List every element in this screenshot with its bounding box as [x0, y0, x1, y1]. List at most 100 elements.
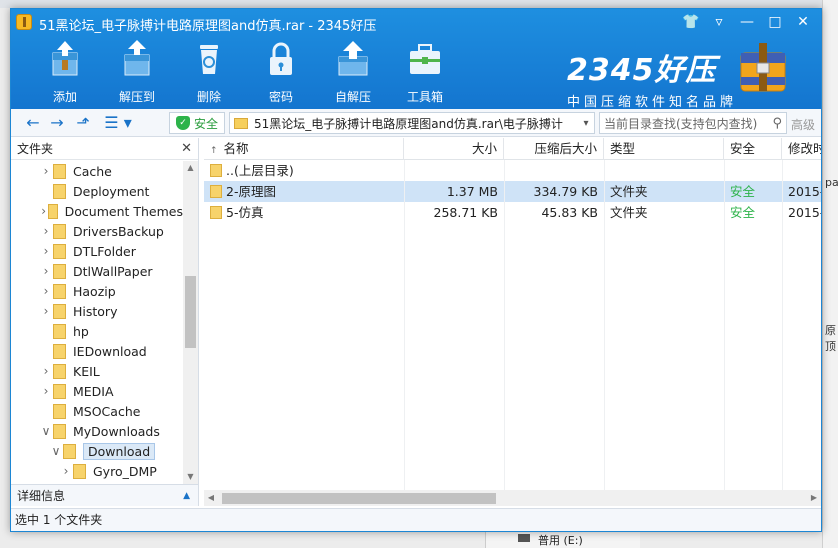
column-type[interactable]: 类型: [604, 138, 724, 160]
column-name-label: 名称: [223, 141, 249, 156]
chevron-up-icon[interactable]: ▲: [183, 485, 190, 507]
scroll-left-icon[interactable]: ◀: [204, 490, 218, 506]
folder-tree: › Cache Deployment › Document Themes › Drivers…: [11, 161, 183, 484]
file-compressed-size: [504, 160, 604, 181]
toolbox-button[interactable]: 工具箱: [389, 39, 461, 105]
tree-item[interactable]: › Cache: [11, 161, 183, 181]
file-compressed-size: 334.79 KB: [533, 184, 598, 199]
advanced-search-link[interactable]: 高级: [791, 116, 815, 133]
path-field[interactable]: 51黑论坛_电子脉搏计电路原理图and仿真.rar\电子脉搏计 ▾: [229, 112, 595, 134]
tree-item[interactable]: › Gyro_DMP: [11, 461, 183, 481]
file-type: 文件夹: [610, 205, 648, 220]
close-panel-icon[interactable]: ✕: [181, 138, 192, 160]
extract-to-icon: [124, 40, 150, 76]
tree-item[interactable]: › KEIL: [11, 361, 183, 381]
tree-item-label: hp: [73, 323, 89, 339]
add-archive-icon: [52, 41, 78, 76]
search-icon[interactable]: ⚲: [772, 116, 782, 131]
horizontal-scrollbar-thumb[interactable]: [222, 493, 496, 504]
column-name[interactable]: ↑ 名称: [204, 138, 404, 160]
tree-item[interactable]: › Haozip: [11, 281, 183, 301]
chevron-right-icon[interactable]: ›: [39, 384, 53, 398]
tree-item[interactable]: hp: [11, 321, 183, 341]
file-row[interactable]: 2-原理图 1.37 MB 334.79 KB 文件夹 安全 2015-: [204, 181, 821, 202]
up-folder-icon[interactable]: ⬏: [73, 113, 93, 133]
delete-button[interactable]: 删除: [173, 39, 245, 105]
scroll-down-icon[interactable]: ▼: [183, 470, 198, 484]
chevron-down-icon[interactable]: ∨: [39, 424, 53, 438]
column-header-row: ↑ 名称 大小 压缩后大小 类型 安全 修改时: [204, 138, 821, 160]
toolbox-label: 工具箱: [406, 90, 443, 104]
scrollbar-thumb[interactable]: [185, 276, 196, 348]
tree-item-label: History: [73, 303, 118, 319]
tree-item[interactable]: › DTLFolder: [11, 241, 183, 261]
scroll-right-icon[interactable]: ▶: [807, 490, 821, 506]
tree-item[interactable]: › DtlWallPaper: [11, 261, 183, 281]
maximize-icon[interactable]: □: [761, 11, 789, 33]
column-divider: [504, 160, 505, 490]
scroll-up-icon[interactable]: ▲: [183, 161, 198, 175]
tree-item[interactable]: › Document Themes: [11, 201, 183, 221]
tree-item[interactable]: › DriversBackup: [11, 221, 183, 241]
folder-icon: [234, 117, 248, 129]
tree-item-label: Download: [83, 442, 156, 460]
add-button[interactable]: 添加: [29, 39, 101, 105]
chevron-right-icon[interactable]: ›: [59, 464, 73, 478]
folder-icon: [53, 243, 66, 259]
tree-scrollbar[interactable]: ▲ ▼: [183, 161, 198, 484]
folder-icon: [73, 463, 86, 479]
column-divider: [404, 160, 405, 490]
column-safety[interactable]: 安全: [724, 138, 782, 160]
chevron-right-icon[interactable]: ›: [39, 204, 48, 218]
chevron-right-icon[interactable]: ›: [39, 304, 53, 318]
chevron-right-icon[interactable]: ›: [39, 364, 53, 378]
chevron-right-icon[interactable]: ›: [39, 164, 53, 178]
file-row[interactable]: 5-仿真 258.71 KB 45.83 KB 文件夹 安全 2015-: [204, 202, 821, 223]
haozip-window: 51黑论坛_电子脉搏计电路原理图and仿真.rar - 2345好压 👕 ▿ —…: [10, 8, 822, 532]
folder-icon: [53, 223, 66, 239]
chevron-right-icon[interactable]: ›: [39, 264, 53, 278]
column-modified[interactable]: 修改时: [782, 138, 821, 160]
back-arrow-icon[interactable]: ←: [23, 113, 43, 133]
close-icon[interactable]: ✕: [789, 11, 817, 33]
main-toolbar: 添加 解压到 删除 密码 自解压 工具箱: [29, 39, 461, 105]
tree-item-label: MSOCache: [73, 403, 141, 419]
chevron-right-icon[interactable]: ›: [39, 284, 53, 298]
archive-bag-icon: [740, 43, 786, 92]
search-input[interactable]: 当前目录查找(支持包内查找) ⚲: [599, 112, 787, 134]
horizontal-scrollbar[interactable]: ◀ ▶: [204, 490, 821, 506]
password-button[interactable]: 密码: [245, 39, 317, 105]
extract-to-button[interactable]: 解压到: [101, 39, 173, 105]
tree-item[interactable]: MSOCache: [11, 401, 183, 421]
safety-check-button[interactable]: ✓ 安全: [169, 112, 225, 134]
tree-item[interactable]: ∨ MyDownloads: [11, 421, 183, 441]
chevron-down-icon[interactable]: ∨: [49, 444, 63, 458]
menu-icon[interactable]: ▿: [705, 11, 733, 33]
chevron-right-icon[interactable]: ›: [39, 224, 53, 238]
detail-info-toggle[interactable]: 详细信息 ▲: [11, 484, 199, 506]
column-compressed-size[interactable]: 压缩后大小: [504, 138, 604, 160]
tree-item[interactable]: Deployment: [11, 181, 183, 201]
skin-icon[interactable]: 👕: [677, 11, 705, 33]
tree-item[interactable]: ∨ Download: [11, 441, 183, 461]
file-rows: ..(上层目录) 2-原理图 1.37 MB 334.79 KB 文件夹 安全 2015- 5…: [204, 160, 821, 223]
folder-icon: [53, 183, 66, 199]
view-mode-icon[interactable]: ☰ ▾: [101, 113, 135, 133]
chevron-right-icon[interactable]: ›: [39, 244, 53, 258]
tree-item[interactable]: › MEDIA: [11, 381, 183, 401]
add-label: 添加: [52, 90, 77, 104]
file-row[interactable]: ..(上层目录): [204, 160, 821, 181]
folder-icon: [53, 323, 66, 339]
column-size[interactable]: 大小: [404, 138, 504, 160]
tree-item[interactable]: IEDownload: [11, 341, 183, 361]
window-controls: 👕 ▿ — □ ✕: [677, 11, 817, 33]
forward-arrow-icon[interactable]: →: [47, 113, 67, 133]
self-extract-button[interactable]: 自解压: [317, 39, 389, 105]
file-name-text: ..(上层目录): [226, 163, 294, 178]
chevron-down-icon[interactable]: ▾: [578, 118, 594, 129]
minimize-icon[interactable]: —: [733, 11, 761, 33]
background-window-edge: pac 原顶: [822, 0, 838, 548]
tree-item-label: Document Themes: [64, 203, 183, 219]
background-desktop-strip: [0, 0, 838, 8]
tree-item[interactable]: › History: [11, 301, 183, 321]
